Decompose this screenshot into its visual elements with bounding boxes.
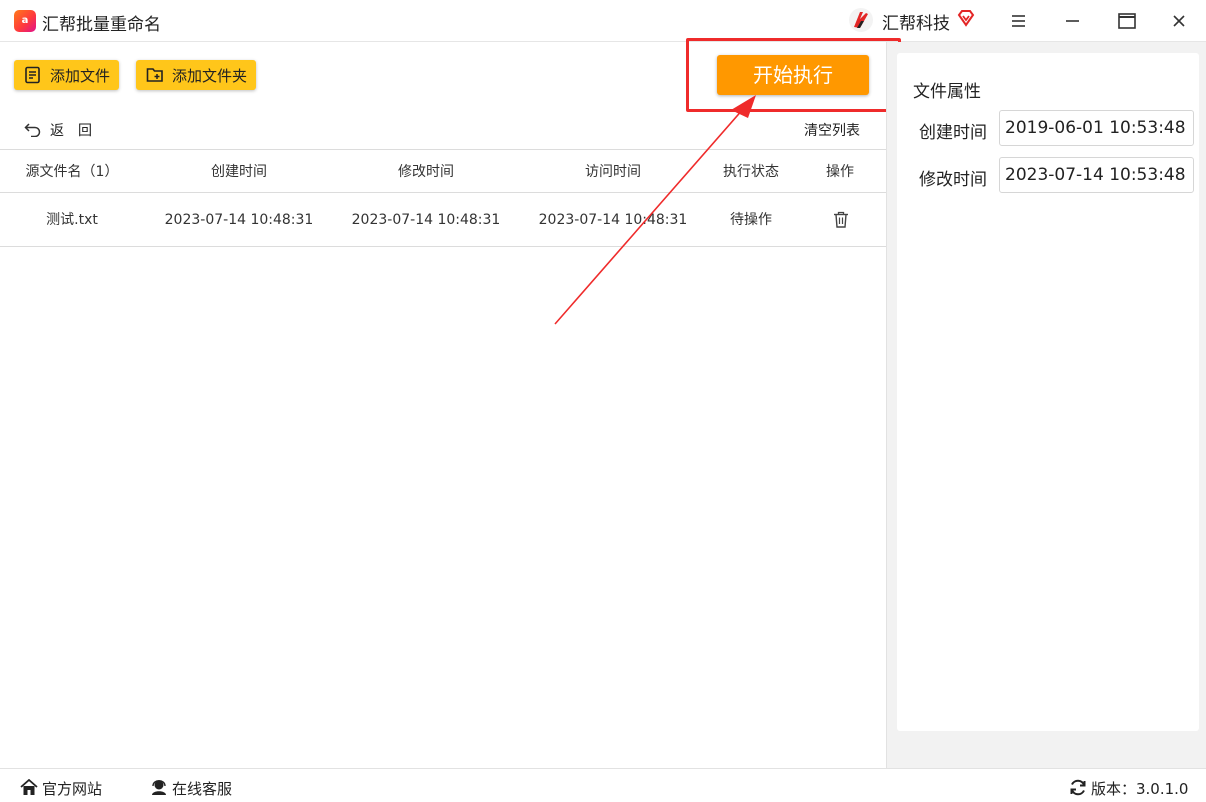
title-bar: a 汇帮批量重命名 汇帮科技 xyxy=(0,0,1206,42)
vip-diamond-icon[interactable] xyxy=(956,8,976,28)
back-label: 返回 xyxy=(50,123,106,139)
minimize-icon[interactable] xyxy=(1060,8,1086,34)
accessed-time-cell: 2023-07-14 10:48:31 xyxy=(538,212,688,228)
add-file-button[interactable]: 添加文件 xyxy=(14,60,119,90)
app-logo-icon: a xyxy=(14,10,36,32)
column-header-status: 执行状态 xyxy=(723,164,779,180)
brand-name: 汇帮科技 xyxy=(882,14,950,34)
created-time-cell: 2023-07-14 10:48:31 xyxy=(164,212,314,228)
modified-time-cell: 2023-07-14 10:48:31 xyxy=(351,212,501,228)
column-header-modified: 修改时间 xyxy=(398,164,454,180)
table-row[interactable]: 测试.txt 2023-07-14 10:48:31 2023-07-14 10… xyxy=(0,193,886,247)
brand-logo-icon xyxy=(849,8,873,32)
close-icon[interactable] xyxy=(1166,8,1192,34)
modified-time-label: 修改时间 xyxy=(919,170,987,190)
modified-time-input[interactable] xyxy=(999,157,1194,193)
headset-icon xyxy=(152,780,166,795)
online-service-label: 在线客服 xyxy=(172,780,233,798)
menu-icon[interactable] xyxy=(1006,8,1032,34)
add-folder-label: 添加文件夹 xyxy=(172,67,248,85)
column-header-created: 创建时间 xyxy=(211,164,267,180)
file-list-icon xyxy=(25,66,40,84)
home-icon xyxy=(20,779,38,795)
add-folder-button[interactable]: 添加文件夹 xyxy=(136,60,256,90)
table-header: 源文件名（1） 创建时间 修改时间 访问时间 执行状态 操作 xyxy=(0,149,886,193)
column-header-accessed: 访问时间 xyxy=(585,164,641,180)
back-arrow-icon xyxy=(24,123,41,137)
column-header-action: 操作 xyxy=(826,164,854,180)
clear-list-button[interactable]: 清空列表 xyxy=(804,120,860,140)
file-properties-panel xyxy=(897,53,1199,731)
created-time-label: 创建时间 xyxy=(919,123,987,143)
column-header-filename: 源文件名（1） xyxy=(25,164,119,180)
status-bar: 官方网站 在线客服 版本：3.0.1.0 xyxy=(0,768,1206,802)
maximize-icon[interactable] xyxy=(1114,8,1140,34)
official-site-label: 官方网站 xyxy=(42,780,103,798)
file-name-cell: 测试.txt xyxy=(46,212,98,228)
trash-icon[interactable] xyxy=(833,211,849,228)
file-properties-title: 文件属性 xyxy=(913,82,981,102)
version-label: 版本：3.0.1.0 xyxy=(1091,780,1189,798)
app-title: 汇帮批量重命名 xyxy=(42,15,161,35)
annotation-highlight-box xyxy=(686,38,901,112)
refresh-icon xyxy=(1070,779,1086,796)
created-time-input[interactable] xyxy=(999,110,1194,146)
folder-add-icon xyxy=(146,68,163,82)
add-file-label: 添加文件 xyxy=(50,67,111,85)
status-cell: 待操作 xyxy=(730,212,772,228)
